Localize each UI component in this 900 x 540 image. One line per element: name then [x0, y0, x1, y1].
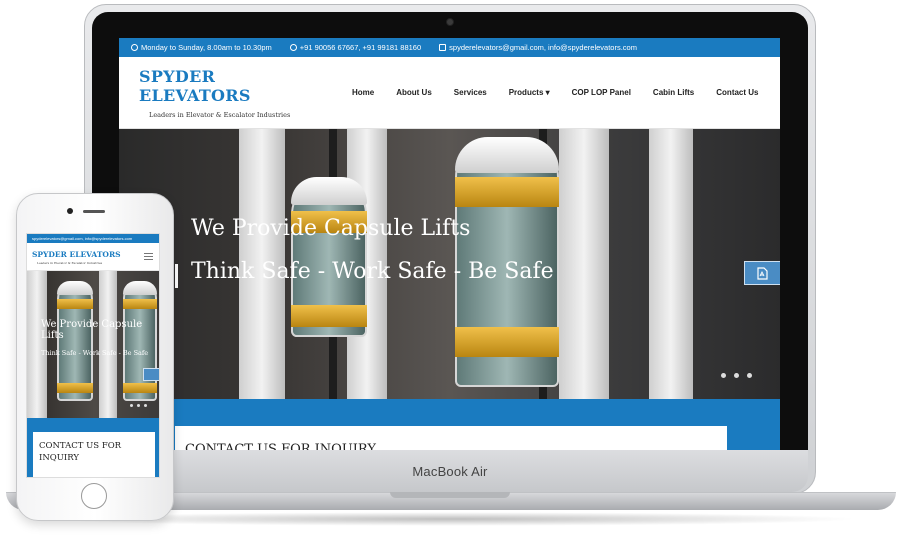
laptop-camera-icon: [446, 18, 454, 26]
navbar: SPYDER ELEVATORS Leaders in Elevator & E…: [119, 57, 780, 129]
nav-home[interactable]: Home: [341, 88, 385, 97]
pdf-download-button[interactable]: [744, 261, 780, 285]
capsule-lift-image: [57, 281, 93, 401]
slider-dot[interactable]: [130, 404, 133, 407]
email-text[interactable]: spyderelevators@gmail.com, info@spyderel…: [449, 43, 637, 52]
site-logo[interactable]: SPYDER ELEVATORS Leaders in Elevator & E…: [119, 67, 319, 119]
mobile-hero-subheadline: Think Safe - Work Safe - Be Safe: [41, 349, 149, 357]
slider-dot[interactable]: [721, 373, 726, 378]
mobile-logo[interactable]: SPYDER ELEVATORS: [32, 250, 121, 259]
capsule-top: [455, 137, 559, 173]
phone-info[interactable]: +91 90056 67667, +91 99181 88160: [289, 43, 421, 52]
email-info[interactable]: spyderelevators@gmail.com, info@spyderel…: [439, 43, 637, 52]
topbar: Monday to Sunday, 8.00am to 10.30pm +91 …: [119, 38, 780, 57]
clock-icon: [131, 44, 138, 51]
capsule-gold-band: [123, 383, 157, 393]
hours-text: Monday to Sunday, 8.00am to 10.30pm: [141, 43, 272, 52]
contact-card-title: CONTACT US FOR INQUIRY: [185, 442, 376, 450]
capsule-gold-band: [57, 383, 93, 393]
capsule-top: [123, 281, 157, 295]
logo-title[interactable]: SPYDER ELEVATORS: [139, 67, 319, 105]
phone-text[interactable]: +91 90056 67667, +91 99181 88160: [300, 43, 421, 52]
hamburger-icon[interactable]: [144, 253, 153, 260]
capsule-gold-band: [57, 299, 93, 309]
nav-products-dropdown[interactable]: Products ▾: [498, 88, 561, 97]
whatsapp-icon: [289, 44, 297, 51]
capsule-lift-image: [291, 177, 367, 337]
phone-speaker: [83, 210, 105, 213]
hero-pillar: [99, 271, 117, 418]
mobile-hero-headline: We Provide Capsule Lifts: [41, 319, 143, 341]
envelope-icon: [439, 44, 447, 51]
contact-card: CONTACT US FOR INQUIRY: [175, 426, 727, 450]
hero-pillar: [649, 129, 693, 399]
hero-slider[interactable]: We Provide Capsule Lifts Think Safe - Wo…: [119, 129, 780, 399]
mobile-contact-card: CONTACT US FOR INQUIRY: [33, 432, 155, 477]
nav-about-us[interactable]: About Us: [385, 88, 443, 97]
pdf-icon: [757, 266, 768, 280]
nav-cop-lop-panel[interactable]: COP LOP Panel: [561, 88, 642, 97]
mobile-slider-dots: [130, 404, 147, 407]
hero-headline: We Provide Capsule Lifts: [191, 216, 471, 241]
capsule-top: [57, 281, 93, 295]
nav-contact-us[interactable]: Contact Us: [705, 88, 769, 97]
slider-dot[interactable]: [144, 404, 147, 407]
contact-section: CONTACT US FOR INQUIRY: [119, 399, 780, 450]
home-button-icon[interactable]: [81, 483, 107, 509]
slider-dot[interactable]: [734, 373, 739, 378]
capsule-gold-band: [123, 299, 157, 309]
mobile-contact-title: CONTACT US FOR INQUIRY: [39, 441, 122, 463]
mobile-pdf-button[interactable]: [143, 368, 159, 381]
capsule-top: [291, 177, 367, 205]
logo-tagline: Leaders in Elevator & Escalator Industri…: [149, 110, 291, 119]
nav-cabin-lifts[interactable]: Cabin Lifts: [642, 88, 705, 97]
capsule-gold-band: [455, 327, 559, 357]
slider-dot[interactable]: [747, 373, 752, 378]
mobile-tagline: Leaders in Elevator & Escalator Industri…: [37, 261, 103, 265]
hero-pillar: [27, 271, 47, 418]
hours-info: Monday to Sunday, 8.00am to 10.30pm: [131, 43, 272, 52]
hero-pillar: [559, 129, 609, 399]
hero-accent-bar: [175, 264, 178, 288]
laptop-screen: Monday to Sunday, 8.00am to 10.30pm +91 …: [119, 38, 780, 450]
slider-dots: [721, 373, 752, 378]
hero-subheadline: Think Safe - Work Safe - Be Safe: [191, 259, 554, 284]
capsule-lift-image: [123, 281, 157, 401]
mobile-navbar: SPYDER ELEVATORS Leaders in Elevator & E…: [27, 243, 159, 271]
nav-services[interactable]: Services: [443, 88, 498, 97]
slider-dot[interactable]: [137, 404, 140, 407]
laptop-notch: [390, 492, 510, 498]
mobile-contact-section: CONTACT US FOR INQUIRY: [27, 418, 159, 477]
mobile-topbar[interactable]: spyderelevators@gmail.com, info@spyderel…: [27, 234, 159, 243]
capsule-gold-band: [455, 177, 559, 207]
capsule-gold-band: [291, 305, 367, 327]
phone-camera-icon: [67, 208, 73, 214]
main-nav: Home About Us Services Products ▾ COP LO…: [341, 88, 770, 97]
phone-screen: spyderelevators@gmail.com, info@spyderel…: [26, 233, 160, 478]
mobile-hero[interactable]: We Provide Capsule Lifts Think Safe - Wo…: [27, 271, 159, 418]
